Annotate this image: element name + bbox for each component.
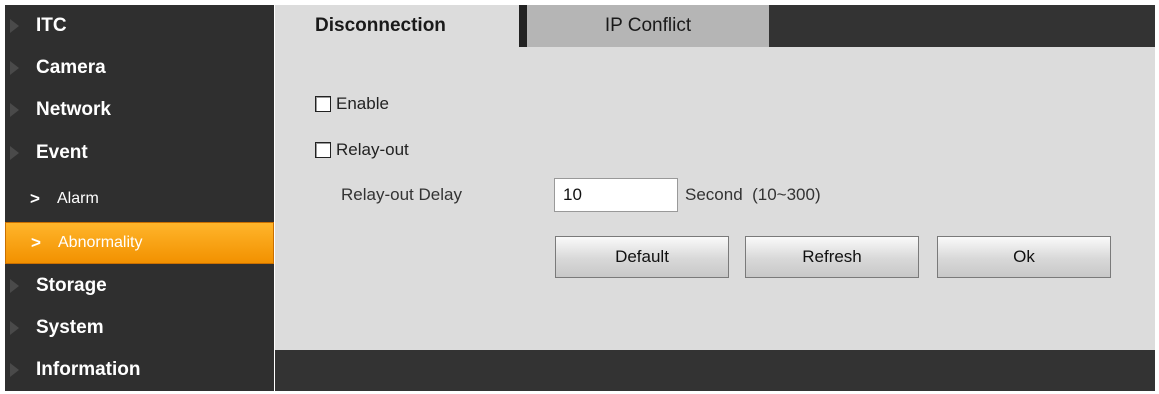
main-panel: Disconnection IP Conflict Enable Relay-o…: [275, 5, 1155, 391]
relay-out-label: Relay-out: [336, 140, 409, 159]
sidebar-item-label: Information: [36, 359, 141, 380]
relay-delay-unit: Second (10~300): [685, 185, 821, 204]
sidebar-item-label: Network: [36, 99, 111, 120]
sidebar-item-storage[interactable]: Storage: [5, 265, 274, 307]
relay-out-checkbox-row[interactable]: Relay-out: [315, 140, 409, 160]
sidebar-item-label: Event: [36, 142, 88, 163]
tab-bar: Disconnection IP Conflict: [275, 5, 1155, 47]
enable-checkbox-row[interactable]: Enable: [315, 94, 389, 114]
expand-triangle-icon: [10, 103, 19, 117]
enable-checkbox[interactable]: [315, 96, 331, 112]
sidebar-item-information[interactable]: Information: [5, 349, 274, 391]
expand-triangle-icon: [10, 321, 19, 335]
sidebar-item-label: Storage: [36, 275, 107, 296]
default-button[interactable]: Default: [555, 236, 729, 278]
sidebar-item-label: ITC: [36, 15, 67, 36]
tab-divider: [519, 5, 527, 47]
sidebar-item-alarm[interactable]: > Alarm: [5, 178, 274, 220]
sidebar-item-event[interactable]: Event: [5, 132, 274, 174]
sidebar-item-label: Alarm: [57, 190, 99, 207]
sidebar-item-system[interactable]: System: [5, 307, 274, 349]
chevron-right-icon: >: [30, 189, 40, 208]
settings-form: Enable Relay-out Relay-out Delay Second …: [275, 47, 1155, 350]
expand-triangle-icon: [10, 279, 19, 293]
sidebar: ITC Camera Network Event > Alarm > Abnor…: [5, 5, 274, 391]
relay-delay-label: Relay-out Delay: [341, 185, 462, 204]
refresh-button[interactable]: Refresh: [745, 236, 919, 278]
tab-ip-conflict[interactable]: IP Conflict: [527, 5, 769, 47]
sidebar-item-label: Camera: [36, 57, 106, 78]
expand-triangle-icon: [10, 363, 19, 377]
sidebar-item-network[interactable]: Network: [5, 89, 274, 131]
relay-delay-input[interactable]: [554, 178, 678, 212]
sidebar-item-label: Abnormality: [58, 234, 143, 251]
ok-button[interactable]: Ok: [937, 236, 1111, 278]
enable-label: Enable: [336, 94, 389, 113]
tab-disconnection[interactable]: Disconnection: [275, 5, 519, 47]
sidebar-item-itc[interactable]: ITC: [5, 5, 274, 47]
sidebar-item-label: System: [36, 317, 104, 338]
expand-triangle-icon: [10, 146, 19, 160]
chevron-right-icon: >: [31, 233, 41, 252]
sidebar-item-camera[interactable]: Camera: [5, 47, 274, 89]
relay-out-checkbox[interactable]: [315, 142, 331, 158]
sidebar-item-abnormality[interactable]: > Abnormality: [5, 222, 274, 264]
expand-triangle-icon: [10, 61, 19, 75]
expand-triangle-icon: [10, 19, 19, 33]
